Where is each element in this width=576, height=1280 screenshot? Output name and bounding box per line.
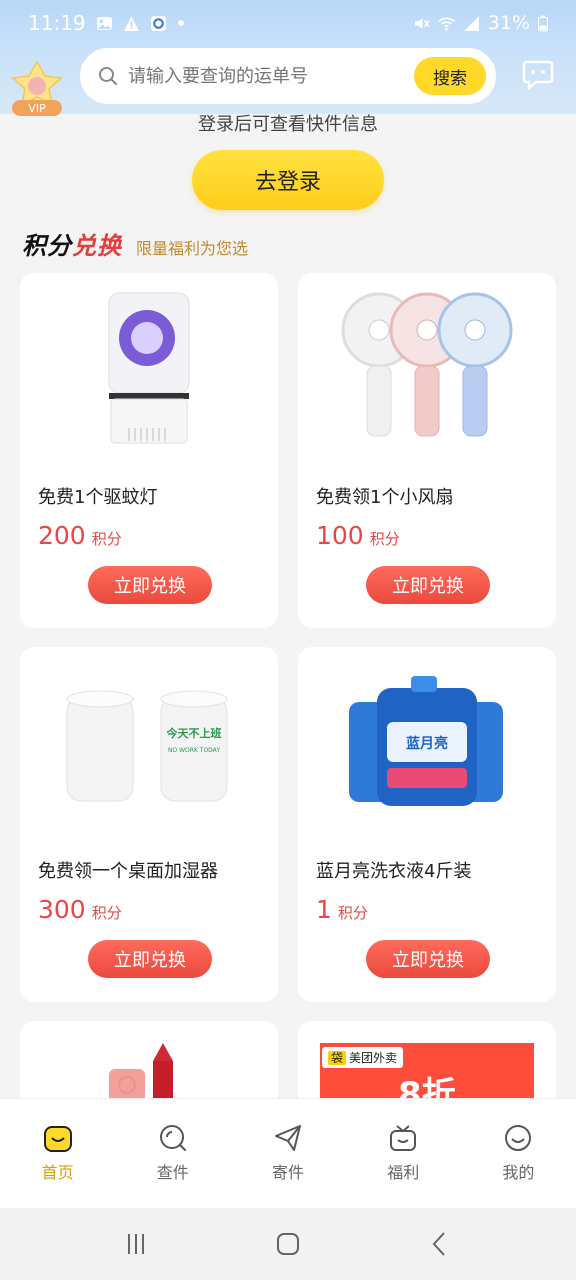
header: VIP 搜索 — [0, 46, 576, 116]
redeem-button[interactable]: 立即兑换 — [88, 566, 212, 604]
profile-icon — [505, 1125, 532, 1151]
search-package-icon — [159, 1125, 186, 1151]
product-card[interactable]: 今天不上班 NO WORK TODAY 免费领一个桌面加湿器 300 积分 立即兑… — [20, 647, 278, 1002]
wifi-icon — [438, 17, 455, 31]
product-name: 免费领1个小风扇 — [316, 487, 454, 508]
nav-item-send[interactable]: 寄件 — [230, 1099, 345, 1208]
fan-image — [298, 273, 556, 463]
nav-item-profile[interactable]: 我的 — [461, 1099, 576, 1208]
search-box[interactable]: 搜索 — [80, 48, 496, 104]
status-time: 11:19 — [28, 11, 86, 35]
nav-item-track[interactable]: 查件 — [115, 1099, 230, 1208]
nav-item-home[interactable]: 首页 — [0, 1099, 115, 1208]
back-icon[interactable] — [425, 1229, 455, 1259]
detergent-image: 蓝月亮 — [298, 647, 556, 837]
redeem-button[interactable]: 立即兑换 — [366, 566, 490, 604]
home-button-icon[interactable] — [273, 1229, 303, 1259]
humidifier-image: 今天不上班 NO WORK TODAY — [20, 647, 278, 837]
product-points: 200 积分 — [38, 521, 122, 550]
svg-text:NO WORK TODAY: NO WORK TODAY — [168, 747, 220, 754]
section-header: 积分兑换 限量福利为您选 — [22, 226, 248, 261]
recent-apps-icon[interactable] — [121, 1229, 151, 1259]
product-card[interactable]: 免费1个驱蚊灯 200 积分 立即兑换 — [20, 273, 278, 628]
system-nav-bar — [0, 1208, 576, 1280]
redeem-button[interactable]: 立即兑换 — [88, 940, 212, 978]
search-button[interactable]: 搜索 — [414, 57, 486, 95]
dot-icon — [177, 20, 184, 26]
send-icon — [275, 1125, 301, 1151]
meituan-logo: 袋美团外卖 — [322, 1047, 404, 1068]
redeem-button[interactable]: 立即兑换 — [366, 940, 490, 978]
product-points: 100 积分 — [316, 521, 400, 550]
svg-text:今天不上班: 今天不上班 — [166, 726, 222, 740]
home-icon — [43, 1126, 72, 1152]
product-name: 免费1个驱蚊灯 — [38, 487, 158, 508]
bottom-nav: 首页 查件 寄件 福利 我的 — [0, 1098, 576, 1208]
lipstick-image — [105, 1041, 195, 1111]
status-bar: 11:19 31% — [0, 0, 576, 46]
app-icon — [150, 15, 166, 31]
product-card[interactable]: 蓝月亮 蓝月亮洗衣液4斤装 1 积分 立即兑换 — [298, 647, 556, 1002]
search-input[interactable] — [128, 65, 398, 87]
section-title: 积分兑换 — [22, 232, 122, 260]
search-icon — [99, 67, 117, 85]
login-button[interactable]: 去登录 — [192, 150, 384, 210]
battery-level: 31% — [487, 12, 530, 34]
nav-item-benefits[interactable]: 福利 — [346, 1099, 461, 1208]
warning-icon — [123, 15, 139, 31]
product-name: 免费领一个桌面加湿器 — [38, 861, 218, 882]
mosquito-lamp-image — [20, 273, 278, 463]
svg-text:蓝月亮: 蓝月亮 — [406, 735, 448, 752]
product-name: 蓝月亮洗衣液4斤装 — [316, 861, 472, 882]
product-points: 1 积分 — [316, 895, 368, 924]
mute-icon — [414, 17, 430, 29]
image-icon — [96, 16, 112, 30]
message-icon[interactable] — [522, 60, 554, 90]
battery-icon — [538, 15, 548, 31]
section-subtitle: 限量福利为您选 — [136, 239, 249, 258]
login-hint: 登录后可查看快件信息 — [198, 114, 378, 135]
gift-tv-icon — [390, 1125, 417, 1151]
product-points: 300 积分 — [38, 895, 122, 924]
product-card[interactable]: 免费领1个小风扇 100 积分 立即兑换 — [298, 273, 556, 628]
signal-icon — [463, 15, 479, 31]
